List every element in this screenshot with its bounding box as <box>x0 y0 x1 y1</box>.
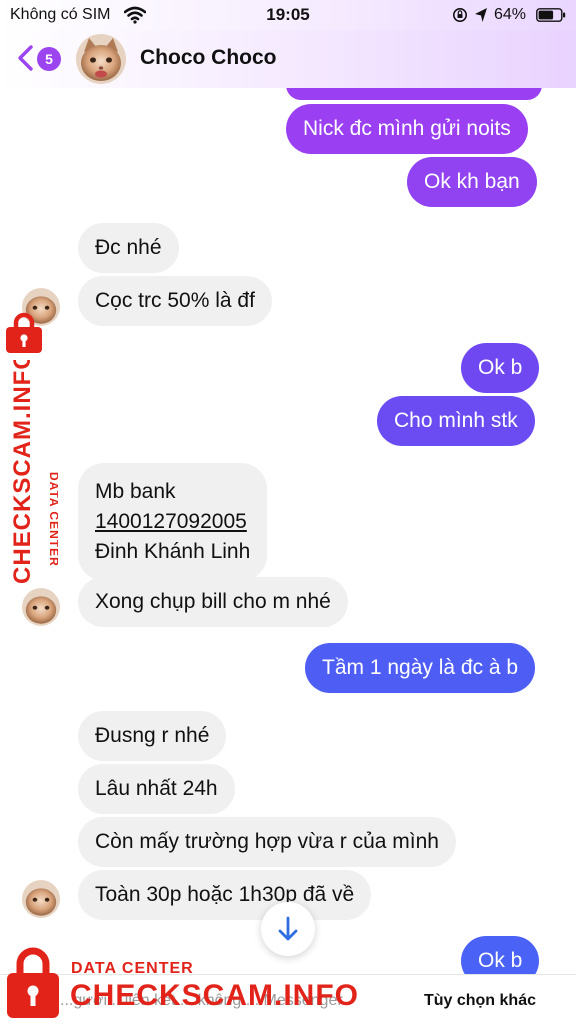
message-bubble-incoming[interactable]: Mb bank 1400127092005 Đinh Khánh Linh <box>78 463 268 581</box>
battery-percent: 64% <box>494 6 527 23</box>
message-bubble-outgoing[interactable]: Nick đc mình gửi noits <box>286 104 528 154</box>
message-bubble-incoming[interactable]: Đc nhé <box>78 223 179 273</box>
more-options-button[interactable]: Tùy chọn khác <box>424 992 536 1010</box>
message-bubble-incoming[interactable]: Đusng r nhé <box>78 711 227 761</box>
message-bubble-incoming[interactable]: Còn mấy trường hợp vừa r của mình <box>78 817 456 867</box>
contact-avatar-small <box>22 880 60 918</box>
arrow-down-icon <box>278 916 298 941</box>
message-bubble-incoming[interactable]: Cọc trc 50% là đf <box>78 276 272 326</box>
scroll-to-bottom-button[interactable] <box>261 902 315 956</box>
watermark-side-big: CHECKSCAM.INFO <box>9 360 36 584</box>
contact-avatar-small <box>22 588 60 626</box>
padlock-icon <box>6 312 42 353</box>
contact-name[interactable]: Choco Choco <box>140 46 277 70</box>
message-bubble-outgoing[interactable]: Ok kh bạn <box>407 157 537 207</box>
watermark-side: CHECKSCAM.INFO DATA CENTER <box>9 360 58 584</box>
unread-count-badge[interactable]: 5 <box>37 47 61 71</box>
padlock-icon <box>7 947 59 1018</box>
message-bubble-incoming[interactable]: Xong chụp bill cho m nhé <box>78 577 348 627</box>
contact-avatar[interactable] <box>76 34 126 84</box>
message-bubble-incoming[interactable]: Lâu nhất 24h <box>78 764 235 814</box>
back-chevron-icon[interactable] <box>16 44 34 72</box>
message-bubble-incoming[interactable]: Toàn 30p hoặc 1h30p đã về <box>78 870 372 920</box>
conversation-header: 5 Choco Choco <box>0 30 576 88</box>
account-number-link[interactable]: 1400127092005 <box>95 507 250 537</box>
orientation-lock-icon <box>453 8 467 22</box>
watermark-bottom-big: CHECKSCAM.INFO <box>70 979 359 1012</box>
location-arrow-icon <box>475 8 487 22</box>
status-bar: Không có SIM 19:05 64% <box>0 0 576 30</box>
account-holder: Đinh Khánh Linh <box>95 540 251 563</box>
message-bubble-outgoing[interactable]: Ok b <box>461 343 540 393</box>
battery-icon <box>536 8 566 22</box>
message-bubble-outgoing[interactable]: Tầm 1 ngày là đc à b <box>305 643 536 693</box>
message-bubble-outgoing[interactable]: Cho mình stk <box>377 396 535 446</box>
bank-name: Mb bank <box>95 480 176 503</box>
clock: 19:05 <box>266 5 310 24</box>
watermark-bottom-small: DATA CENTER <box>71 960 194 977</box>
watermark-side-small: DATA CENTER <box>47 472 58 567</box>
